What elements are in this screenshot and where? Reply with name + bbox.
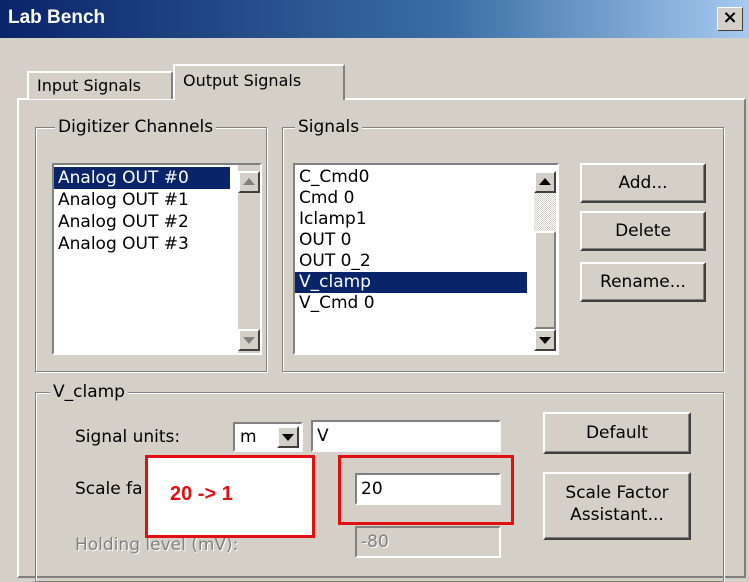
holding-level-value: -80 bbox=[361, 532, 389, 552]
scroll-thumb[interactable] bbox=[534, 231, 556, 329]
tab-label: Output Signals bbox=[183, 71, 302, 90]
arrow-down-icon bbox=[243, 337, 255, 344]
annotation-text: 20 -> 1 bbox=[170, 483, 233, 505]
add-button[interactable]: Add... bbox=[580, 163, 706, 203]
list-item[interactable]: OUT 0_2 bbox=[295, 251, 527, 272]
annotation-callout: 20 -> 1 bbox=[145, 455, 315, 538]
scroll-down-button[interactable] bbox=[238, 329, 260, 351]
digitizer-channels-legend: Digitizer Channels bbox=[55, 117, 217, 137]
close-button[interactable]: × bbox=[717, 7, 743, 31]
list-item[interactable]: OUT 0 bbox=[295, 230, 527, 251]
list-item[interactable]: Analog OUT #1 bbox=[54, 189, 230, 211]
list-item[interactable]: Cmd 0 bbox=[295, 188, 527, 209]
digitizer-channels-list[interactable]: Analog OUT #0 Analog OUT #1 Analog OUT #… bbox=[52, 163, 262, 355]
window-title: Lab Bench bbox=[8, 7, 106, 28]
rename-button-label: Rename... bbox=[600, 272, 686, 292]
list-item[interactable]: V_clamp bbox=[295, 272, 527, 293]
list-item[interactable]: Analog OUT #3 bbox=[54, 233, 230, 255]
units-prefix-select[interactable]: m bbox=[233, 422, 303, 452]
vclamp-legend: V_clamp bbox=[50, 382, 128, 402]
chevron-down-icon bbox=[282, 434, 294, 441]
list-item[interactable]: C_Cmd0 bbox=[295, 167, 527, 188]
holding-level-label: Holding level (mV): bbox=[75, 535, 239, 555]
scroll-down-button[interactable] bbox=[534, 329, 556, 351]
delete-button[interactable]: Delete bbox=[580, 211, 706, 251]
tab-input-signals[interactable]: Input Signals bbox=[27, 71, 173, 99]
arrow-up-icon bbox=[243, 178, 255, 185]
rename-button[interactable]: Rename... bbox=[580, 262, 706, 302]
signals-legend: Signals bbox=[295, 117, 363, 137]
units-prefix-value: m bbox=[240, 427, 257, 447]
add-button-label: Add... bbox=[618, 173, 668, 193]
list-item[interactable]: Analog OUT #2 bbox=[54, 211, 230, 233]
signal-units-label: Signal units: bbox=[75, 427, 181, 447]
default-button[interactable]: Default bbox=[543, 412, 691, 454]
delete-button-label: Delete bbox=[615, 221, 671, 241]
arrow-down-icon bbox=[539, 337, 551, 344]
annotation-highlight-box bbox=[338, 455, 514, 525]
units-value: V bbox=[317, 426, 329, 446]
list-item[interactable]: V_Cmd 0 bbox=[295, 293, 527, 314]
signals-scrollbar[interactable] bbox=[533, 165, 557, 353]
scroll-up-button[interactable] bbox=[534, 171, 556, 193]
scale-factor-assistant-button[interactable]: Scale Factor Assistant... bbox=[543, 472, 691, 540]
holding-level-input: -80 bbox=[355, 526, 501, 558]
title-bar bbox=[0, 0, 749, 38]
units-input[interactable]: V bbox=[311, 420, 501, 452]
scale-factor-assistant-line1: Scale Factor bbox=[565, 483, 669, 503]
tab-output-signals[interactable]: Output Signals bbox=[173, 64, 345, 100]
scroll-up-button[interactable] bbox=[238, 171, 260, 193]
list-item[interactable]: Analog OUT #0 bbox=[54, 167, 230, 189]
arrow-up-icon bbox=[539, 178, 551, 185]
dropdown-button[interactable] bbox=[277, 426, 299, 448]
tab-label: Input Signals bbox=[37, 76, 141, 95]
scroll-track[interactable] bbox=[534, 193, 556, 231]
scale-factor-assistant-line2: Assistant... bbox=[570, 505, 664, 525]
list-item[interactable]: Iclamp1 bbox=[295, 209, 527, 230]
default-button-label: Default bbox=[585, 423, 649, 443]
scale-factor-label: Scale fa bbox=[75, 479, 143, 499]
signals-list[interactable]: C_Cmd0 Cmd 0 Iclamp1 OUT 0 OUT 0_2 V_cla… bbox=[293, 163, 559, 355]
digitizer-scrollbar[interactable] bbox=[238, 165, 260, 353]
